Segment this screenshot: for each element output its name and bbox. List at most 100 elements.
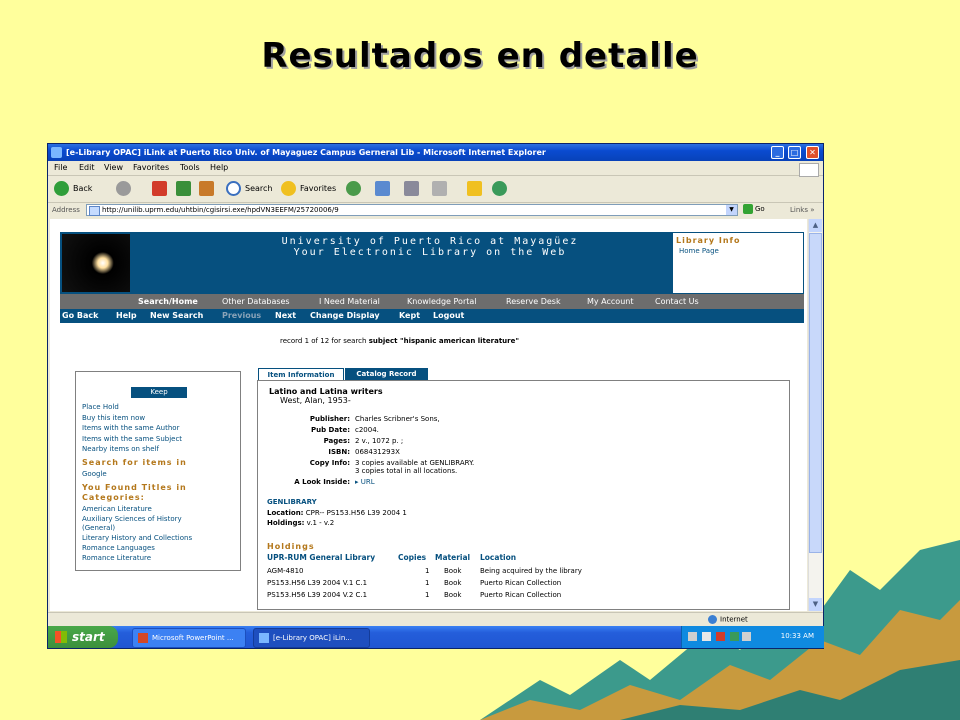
- edit-button[interactable]: [432, 180, 450, 198]
- menu-favorites[interactable]: Favorites: [133, 163, 169, 172]
- slide-title: Resultados en detalle: [261, 36, 699, 76]
- back-button[interactable]: Back: [54, 180, 104, 198]
- nav-reserve-desk[interactable]: Reserve Desk: [506, 297, 561, 306]
- address-dropdown-icon[interactable]: ▼: [726, 205, 737, 215]
- start-button[interactable]: start: [48, 626, 118, 648]
- look-inside-link[interactable]: ▸ URL: [355, 478, 375, 486]
- pub-date-label: Pub Date:: [311, 426, 350, 434]
- categories-heading: Categories:: [82, 493, 145, 502]
- windows-flag-icon: [55, 631, 67, 643]
- print-button[interactable]: [404, 180, 422, 198]
- item-detail-panel: Latino and Latina writers West, Alan, 19…: [257, 380, 790, 610]
- address-label: Address: [52, 206, 80, 214]
- go-button[interactable]: Go: [743, 204, 765, 214]
- category-link[interactable]: (General): [82, 524, 115, 532]
- system-tray: 10:33 AM: [681, 626, 824, 648]
- history-icon: [346, 181, 361, 196]
- antivirus-icon[interactable]: [716, 632, 725, 641]
- same-subject-link[interactable]: Items with the same Subject: [82, 435, 182, 443]
- menu-help[interactable]: Help: [210, 163, 228, 172]
- links-button[interactable]: Links »: [790, 206, 815, 214]
- forward-button[interactable]: [116, 180, 134, 198]
- book-author[interactable]: West, Alan, 1953-: [280, 396, 351, 405]
- copy-total-value: 3 copies total in all locations.: [355, 467, 458, 475]
- help-link[interactable]: Help: [116, 311, 137, 320]
- refresh-button[interactable]: [176, 180, 192, 198]
- look-inside-label: A Look Inside:: [294, 478, 350, 486]
- messenger-icon[interactable]: [730, 632, 739, 641]
- security-zone: Internet: [708, 615, 748, 624]
- status-bar: Internet: [48, 612, 823, 626]
- category-link[interactable]: Romance Literature: [82, 554, 151, 562]
- taskbar: start Microsoft PowerPoint ... [e-Librar…: [48, 626, 824, 648]
- go-back-link[interactable]: Go Back: [62, 311, 98, 320]
- eclipse-logo: [62, 234, 130, 292]
- scroll-up-icon[interactable]: ▲: [809, 219, 822, 232]
- maximize-button[interactable]: □: [788, 146, 801, 159]
- powerpoint-icon: [138, 633, 148, 643]
- search-button[interactable]: Search: [226, 180, 276, 198]
- edit-icon: [432, 181, 447, 196]
- refresh-icon: [176, 181, 191, 196]
- category-link[interactable]: Literary History and Collections: [82, 534, 192, 542]
- network-icon[interactable]: [688, 632, 697, 641]
- scroll-down-icon[interactable]: ▼: [809, 598, 822, 611]
- kept-link[interactable]: Kept: [399, 311, 420, 320]
- messenger-button[interactable]: [492, 180, 510, 198]
- windows-logo-icon: [799, 163, 819, 177]
- menu-tools[interactable]: Tools: [180, 163, 200, 172]
- same-author-link[interactable]: Items with the same Author: [82, 424, 179, 432]
- forward-arrow-icon: [116, 181, 131, 196]
- pages-value: 2 v., 1072 p. ;: [355, 437, 404, 445]
- close-button[interactable]: ✕: [806, 146, 819, 159]
- category-link[interactable]: Auxiliary Sciences of History: [82, 515, 182, 523]
- nav-contact-us[interactable]: Contact Us: [655, 297, 699, 306]
- menu-view[interactable]: View: [104, 163, 123, 172]
- nav-my-account[interactable]: My Account: [587, 297, 633, 306]
- menu-file[interactable]: File: [54, 163, 67, 172]
- nav-i-need-material[interactable]: I Need Material: [319, 297, 380, 306]
- previous-link: Previous: [222, 311, 262, 320]
- home-button[interactable]: [199, 180, 215, 198]
- minimize-button[interactable]: _: [771, 146, 784, 159]
- scroll-thumb[interactable]: [809, 233, 822, 553]
- vertical-scrollbar[interactable]: ▲ ▼: [808, 219, 822, 611]
- clock: 10:33 AM: [780, 632, 814, 640]
- taskbar-item-powerpoint[interactable]: Microsoft PowerPoint ...: [132, 628, 246, 648]
- new-search-link[interactable]: New Search: [150, 311, 203, 320]
- next-link[interactable]: Next: [275, 311, 296, 320]
- ie-icon: [259, 633, 269, 643]
- nav-knowledge-portal[interactable]: Knowledge Portal: [407, 297, 477, 306]
- history-button[interactable]: [346, 180, 364, 198]
- taskbar-item-ie[interactable]: [e-Library OPAC] iLin...: [253, 628, 370, 648]
- favorites-button[interactable]: Favorites: [281, 180, 341, 198]
- category-link[interactable]: American Literature: [82, 505, 152, 513]
- nav-search-home[interactable]: Search/Home: [138, 297, 198, 306]
- place-hold-link[interactable]: Place Hold: [82, 403, 119, 411]
- record-count: record 1 of 12 for search subject "hispa…: [280, 337, 519, 345]
- stop-button[interactable]: [152, 180, 168, 198]
- nearby-items-link[interactable]: Nearby items on shelf: [82, 445, 159, 453]
- google-link[interactable]: Google: [82, 470, 107, 478]
- main-nav: Search/Home Other Databases I Need Mater…: [60, 294, 804, 309]
- menu-edit[interactable]: Edit: [79, 163, 95, 172]
- pages-label: Pages:: [323, 437, 350, 445]
- isbn-label: ISBN:: [328, 448, 350, 456]
- table-row: AGM-4810 1 Book Being acquired by the li…: [267, 567, 582, 575]
- home-icon: [199, 181, 214, 196]
- volume-icon[interactable]: [742, 632, 751, 641]
- discuss-button[interactable]: [467, 180, 485, 198]
- logout-link[interactable]: Logout: [433, 311, 464, 320]
- home-page-link[interactable]: Home Page: [679, 247, 719, 255]
- change-display-link[interactable]: Change Display: [310, 311, 380, 320]
- category-link[interactable]: Romance Languages: [82, 544, 155, 552]
- table-row: PS153.H56 L39 2004 V.2 C.1 1 Book Puerto…: [267, 591, 562, 599]
- address-input[interactable]: http://unilib.uprm.edu/uhtbin/cgisirsi.e…: [86, 204, 738, 216]
- publisher-label: Publisher:: [309, 415, 350, 423]
- keep-button[interactable]: Keep: [131, 387, 187, 398]
- tab-catalog-record[interactable]: Catalog Record: [345, 368, 428, 380]
- nav-other-databases[interactable]: Other Databases: [222, 297, 290, 306]
- monitor-icon[interactable]: [702, 632, 711, 641]
- buy-item-link[interactable]: Buy this item now: [82, 414, 145, 422]
- mail-button[interactable]: [375, 180, 399, 198]
